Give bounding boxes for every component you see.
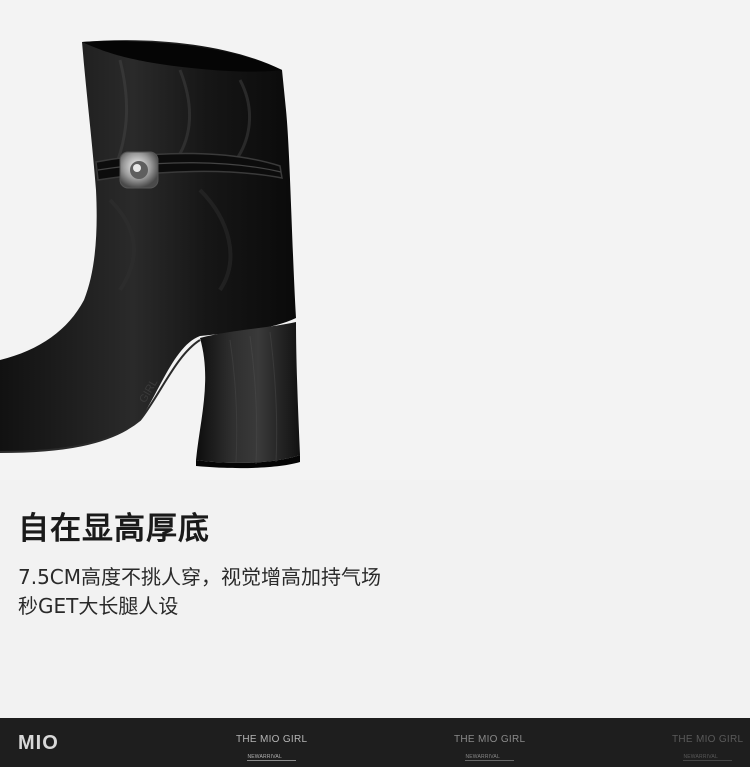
headline: 自在显高厚底: [18, 511, 210, 547]
watermark-title: THE MIO GIRL: [672, 734, 744, 745]
watermark-title: THE MIO GIRL: [454, 734, 526, 745]
watermark-subtitle: NEWARRIVAL: [683, 754, 732, 761]
brand-logo: MIO: [18, 732, 59, 754]
ankle-boot-icon: GIRL: [0, 40, 300, 469]
description-line-1: 7.5CM高度不挑人穿，视觉增高加持气场: [18, 565, 382, 589]
watermark-subtitle: NEWARRIVAL: [465, 754, 514, 761]
description-line-2: 秒GET大长腿人设: [18, 594, 179, 618]
watermark-title: THE MIO GIRL: [236, 734, 308, 745]
product-photo: GIRL: [0, 0, 750, 480]
description: 7.5CM高度不挑人穿，视觉增高加持气场 秒GET大长腿人设: [18, 563, 381, 621]
watermark-3: THE MIO GIRL NEWARRIVAL: [672, 734, 743, 763]
watermark-2: THE MIO GIRL NEWARRIVAL: [454, 734, 525, 763]
watermark-subtitle: NEWARRIVAL: [247, 754, 296, 761]
watermark-1: THE MIO GIRL NEWARRIVAL: [236, 734, 307, 763]
footer-bar: MIO THE MIO GIRL NEWARRIVAL THE MIO GIRL…: [0, 718, 750, 767]
